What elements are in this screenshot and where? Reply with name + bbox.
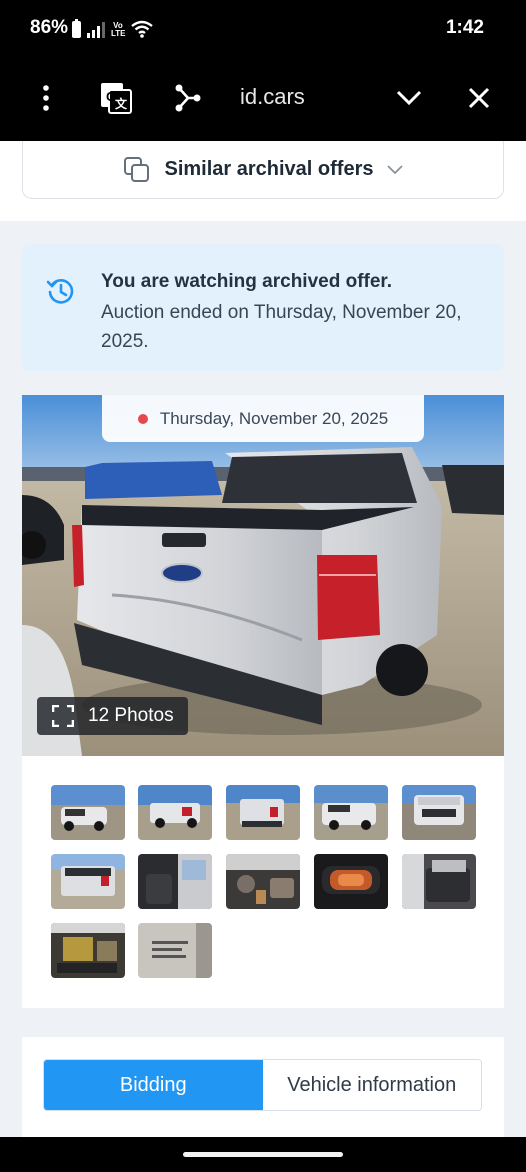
similar-offers-label: Similar archival offers <box>164 158 374 180</box>
thumbnail[interactable] <box>51 785 125 840</box>
similar-offers-button[interactable]: Similar archival offers <box>22 141 504 199</box>
url-text[interactable]: id.cars <box>240 84 305 110</box>
clock: 1:42 <box>445 17 484 38</box>
thumbnail[interactable] <box>51 854 125 909</box>
thumbnail[interactable] <box>314 785 388 840</box>
thumbnail[interactable] <box>402 854 476 909</box>
archived-title: You are watching archived offer. <box>101 271 393 292</box>
status-icons: Vo LTE <box>72 18 153 38</box>
tab-group: Bidding Vehicle information <box>43 1059 482 1111</box>
status-bar: 86% Vo LTE 1:42 <box>0 0 526 56</box>
thumbnail[interactable] <box>138 785 212 840</box>
battery-percentage: 86% <box>30 17 69 38</box>
photo-gallery: Thursday, November 20, 2025 12 Photos <box>22 395 504 1008</box>
wifi-icon <box>131 20 153 38</box>
copy-icon <box>123 156 149 182</box>
browser-toolbar: G 文 id.cars <box>0 56 526 141</box>
tab-bidding[interactable]: Bidding <box>44 1060 263 1110</box>
home-gesture-handle[interactable] <box>183 1152 343 1157</box>
offer-tabs-section: Bidding Vehicle information <box>22 1037 504 1137</box>
chevron-down-icon <box>387 164 404 174</box>
auction-date: Thursday, November 20, 2025 <box>159 408 389 428</box>
archived-detail: Auction ended on Thursday, November 20, … <box>101 302 462 352</box>
translate-icon[interactable]: G 文 <box>98 80 134 116</box>
thumbnail[interactable] <box>314 854 388 909</box>
thumbnail[interactable] <box>226 785 300 840</box>
cell-signal-icon <box>87 22 105 38</box>
auction-date-chip: Thursday, November 20, 2025 <box>102 395 424 442</box>
thumbnail[interactable] <box>226 854 300 909</box>
history-icon <box>46 279 74 304</box>
archived-offer-notice: You are watching archived offer. Auction… <box>22 244 504 371</box>
tab-vehicle-information[interactable]: Vehicle information <box>262 1060 481 1110</box>
share-icon[interactable] <box>169 80 205 116</box>
chevron-down-icon[interactable] <box>391 80 427 116</box>
thumbnail[interactable] <box>138 923 212 978</box>
photos-count-label: 12 Photos <box>88 705 174 726</box>
main-vehicle-photo[interactable]: Thursday, November 20, 2025 12 Photos <box>22 395 504 756</box>
thumbnail[interactable] <box>51 923 125 978</box>
system-navigation-bar <box>0 1137 526 1172</box>
svg-text:文: 文 <box>115 96 128 111</box>
fullscreen-icon <box>52 705 74 727</box>
thumbnail[interactable] <box>402 785 476 840</box>
status-dot <box>137 413 148 424</box>
similar-offers-section: Similar archival offers <box>0 141 526 221</box>
volte-label: Vo LTE <box>111 21 126 38</box>
menu-dots-icon[interactable] <box>28 80 64 116</box>
battery-icon <box>72 19 81 38</box>
thumbnail[interactable] <box>138 854 212 909</box>
close-icon[interactable] <box>461 80 497 116</box>
photos-count-button[interactable]: 12 Photos <box>37 697 188 735</box>
